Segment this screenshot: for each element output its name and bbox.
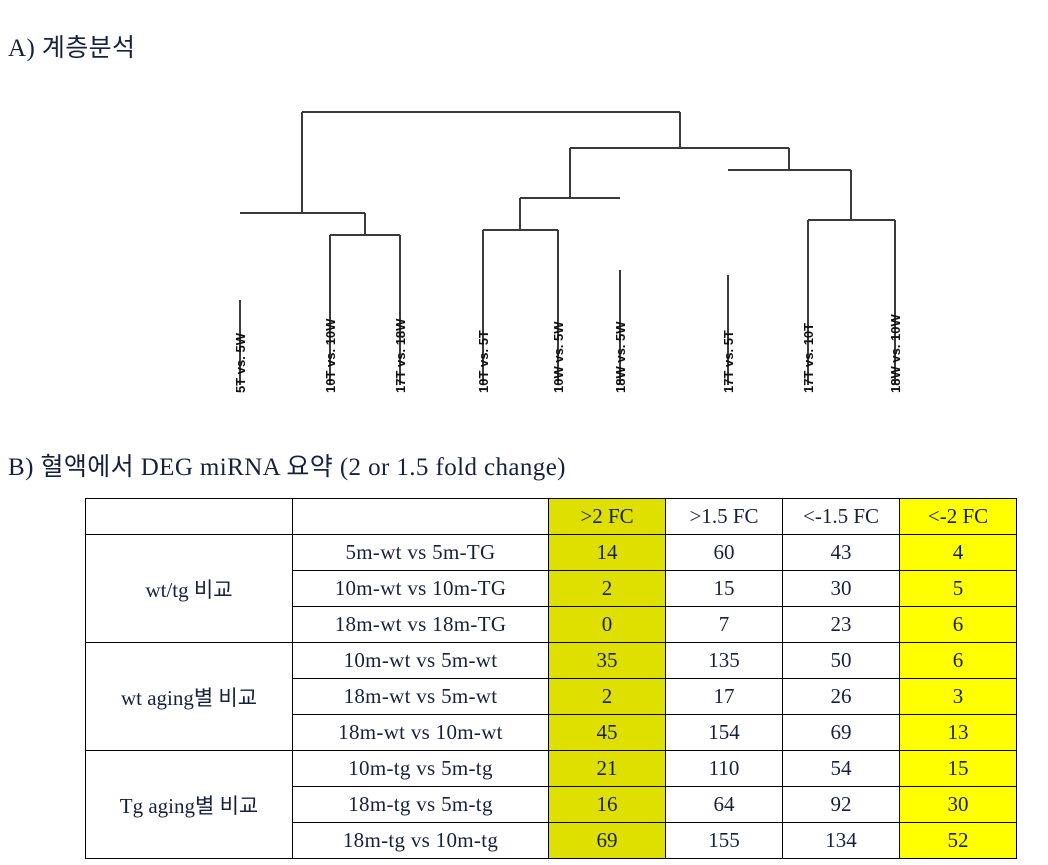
table-row: Tg aging별 비교 10m-tg vs 5m-tg 21 110 54 1…	[85, 750, 1017, 859]
value-gt15: 7	[665, 606, 783, 643]
value-lt2: 13	[899, 714, 1017, 751]
value-gt15: 17	[665, 678, 783, 715]
header-comparison-blank	[292, 498, 549, 535]
leaf-label-4: 10T vs. 5T	[476, 330, 491, 393]
leaf-label-9: 18W vs. 10W	[888, 314, 903, 393]
comparison-label: 18m-tg vs 5m-tg	[292, 786, 549, 823]
leaf-label-7: 17T vs. 5T	[721, 330, 736, 393]
value-lt2: 3	[899, 678, 1017, 715]
comparison-label: 18m-wt vs 10m-wt	[292, 714, 549, 751]
value-lt15: 30	[782, 570, 900, 607]
dendrogram-panel: 5T vs. 5W 10T vs. 10W 17T vs. 18W 10T vs…	[0, 85, 1048, 415]
value-lt2: 15	[899, 750, 1017, 787]
comparison-label: 10m-wt vs 5m-wt	[292, 642, 549, 679]
comparison-label: 10m-wt vs 10m-TG	[292, 570, 549, 607]
value-lt15: 50	[782, 642, 900, 679]
value-lt15: 23	[782, 606, 900, 643]
section-b-title: B) 혈액에서 DEG miRNA 요약 (2 or 1.5 fold chan…	[8, 454, 566, 481]
header-group-blank	[85, 498, 293, 535]
value-lt15: 43	[782, 534, 900, 571]
value-lt15: 134	[782, 822, 900, 859]
value-gt2: 2	[548, 678, 666, 715]
value-lt2: 52	[899, 822, 1017, 859]
value-lt2: 4	[899, 534, 1017, 571]
value-gt2: 21	[548, 750, 666, 787]
value-lt2: 30	[899, 786, 1017, 823]
table-row: wt aging별 비교 10m-wt vs 5m-wt 35 135 50 6	[85, 642, 1017, 751]
leaf-label-8: 17T vs. 10T	[801, 323, 816, 393]
value-gt15: 15	[665, 570, 783, 607]
comparison-label: 10m-tg vs 5m-tg	[292, 750, 549, 787]
value-gt15: 64	[665, 786, 783, 823]
table-header-row: >2 FC >1.5 FC <-1.5 FC <-2 FC	[85, 498, 1017, 535]
value-lt2: 6	[899, 642, 1017, 679]
leaf-label-5: 10W vs. 5W	[551, 321, 566, 393]
value-lt15: 69	[782, 714, 900, 751]
table-row: wt/tg 비교 5m-wt vs 5m-TG 14 60 43 4	[85, 534, 1017, 643]
header-gt15-fc: >1.5 FC	[665, 498, 783, 535]
value-gt15: 60	[665, 534, 783, 571]
value-lt2: 6	[899, 606, 1017, 643]
leaf-label-3: 17T vs. 18W	[393, 318, 408, 393]
value-lt15: 92	[782, 786, 900, 823]
value-gt2: 45	[548, 714, 666, 751]
value-gt15: 135	[665, 642, 783, 679]
value-lt2: 5	[899, 570, 1017, 607]
leaf-label-2: 10T vs. 10W	[323, 318, 338, 393]
value-gt2: 0	[548, 606, 666, 643]
value-gt15: 155	[665, 822, 783, 859]
deg-summary-table-wrapper: >2 FC >1.5 FC <-1.5 FC <-2 FC wt/tg 비교 5…	[85, 498, 1017, 859]
header-lt15-fc: <-1.5 FC	[782, 498, 900, 535]
value-gt2: 35	[548, 642, 666, 679]
comparison-label: 18m-wt vs 5m-wt	[292, 678, 549, 715]
value-lt15: 54	[782, 750, 900, 787]
group-label-tg-aging: Tg aging별 비교	[85, 750, 293, 859]
group-label-wt-tg: wt/tg 비교	[85, 534, 293, 643]
group-label-wt-aging: wt aging별 비교	[85, 642, 293, 751]
header-gt2-fc: >2 FC	[548, 498, 666, 535]
header-lt2-fc: <-2 FC	[899, 498, 1017, 535]
value-gt15: 154	[665, 714, 783, 751]
comparison-label: 5m-wt vs 5m-TG	[292, 534, 549, 571]
comparison-label: 18m-wt vs 18m-TG	[292, 606, 549, 643]
comparison-label: 18m-tg vs 10m-tg	[292, 822, 549, 859]
value-gt2: 14	[548, 534, 666, 571]
value-gt15: 110	[665, 750, 783, 787]
value-gt2: 69	[548, 822, 666, 859]
value-gt2: 16	[548, 786, 666, 823]
section-a-title: A) 계층분석	[8, 35, 136, 62]
value-gt2: 2	[548, 570, 666, 607]
dendrogram-links	[239, 111, 896, 385]
dendrogram-leaf-labels: 5T vs. 5W 10T vs. 10W 17T vs. 18W 10T vs…	[233, 314, 903, 393]
dendrogram-chart: 5T vs. 5W 10T vs. 10W 17T vs. 18W 10T vs…	[233, 111, 903, 393]
leaf-label-1: 5T vs. 5W	[233, 332, 248, 393]
value-lt15: 26	[782, 678, 900, 715]
leaf-label-6: 18W vs. 5W	[613, 321, 628, 393]
deg-summary-table: >2 FC >1.5 FC <-1.5 FC <-2 FC wt/tg 비교 5…	[85, 498, 1017, 859]
